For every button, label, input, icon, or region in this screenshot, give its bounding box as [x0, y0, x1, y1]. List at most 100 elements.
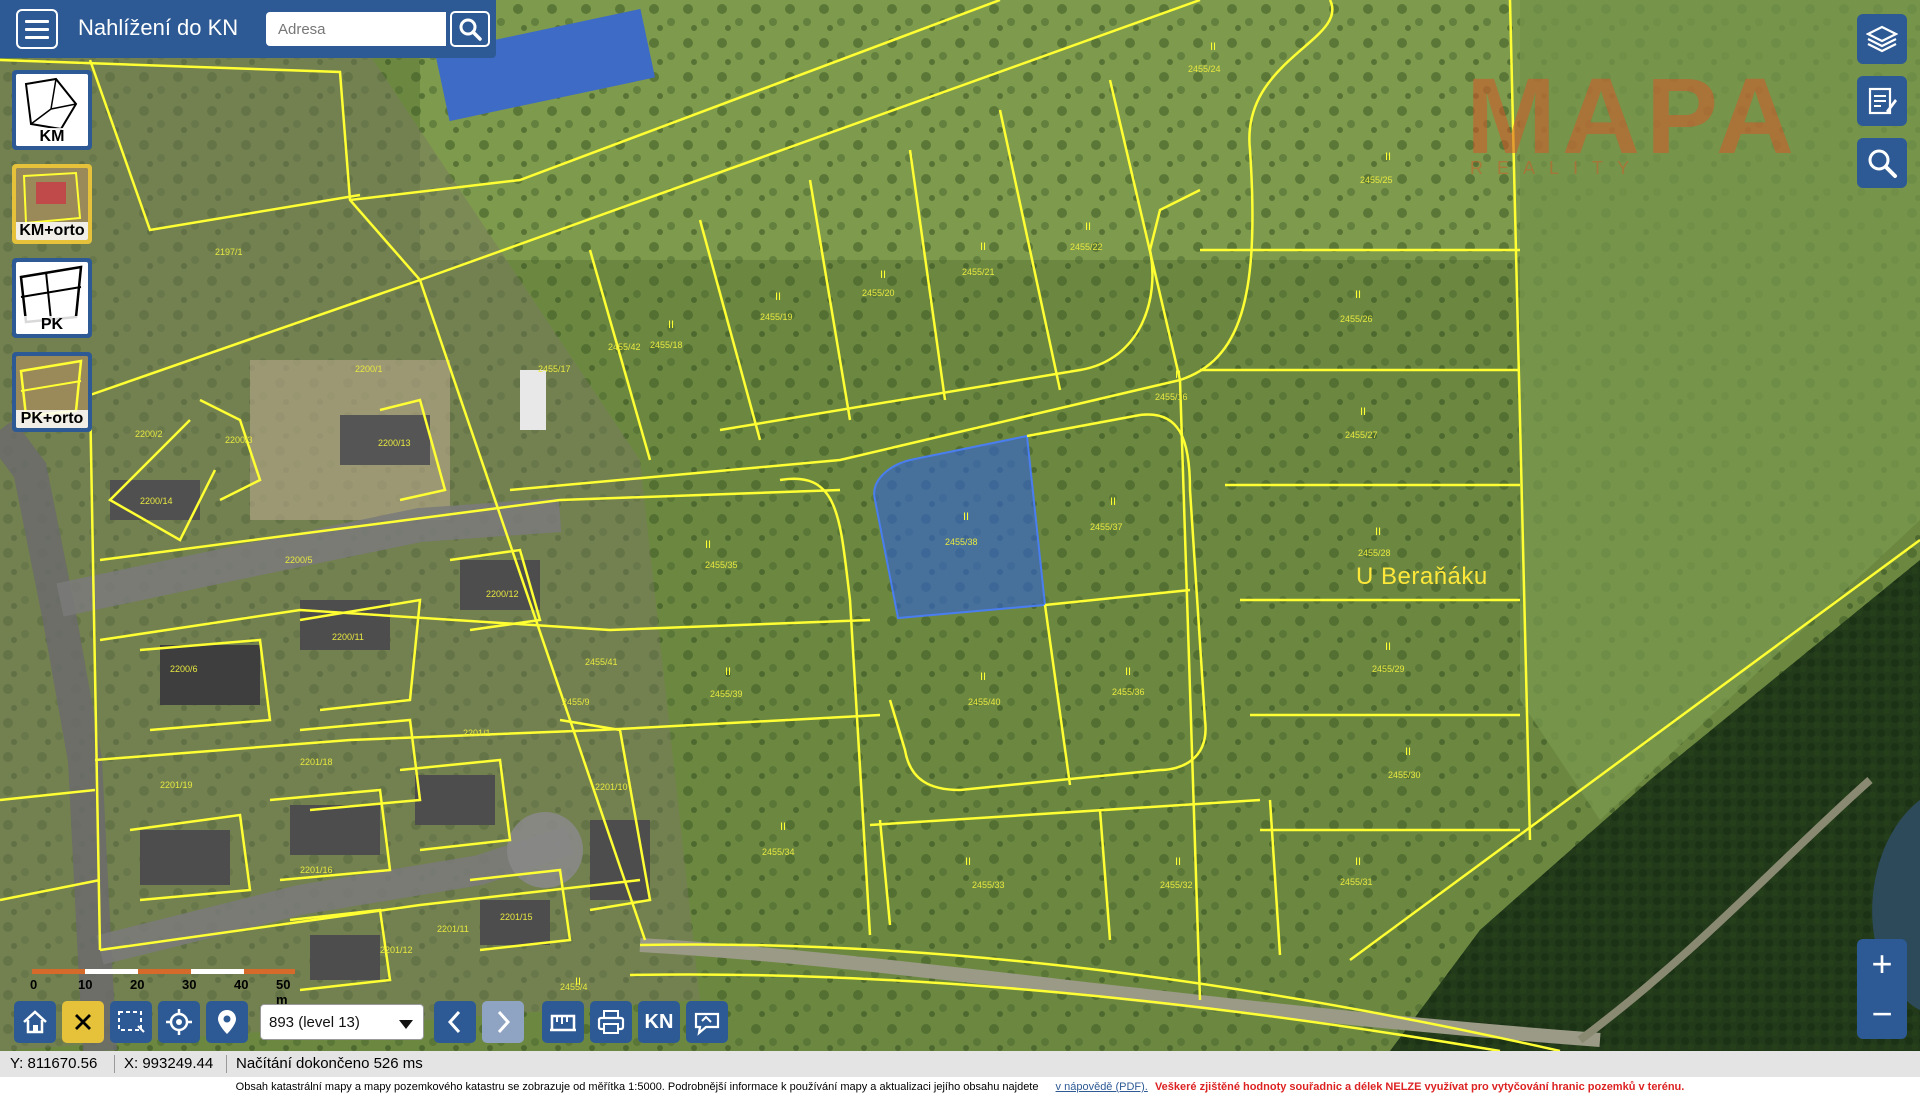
footer-warning: Veškeré zjištěné hodnoty souřadnic a dél… — [1154, 1081, 1685, 1093]
parcel-number-label: 2200/12 — [486, 589, 519, 599]
layers-button[interactable] — [1857, 14, 1907, 64]
scale-label: 30 — [182, 977, 197, 992]
coordinate-y: Y: 811670.56 — [10, 1055, 98, 1072]
menu-button[interactable] — [16, 9, 58, 49]
scale-bar: 0 10 20 30 40 50 m — [30, 969, 295, 1007]
layer-km-label: KM — [16, 128, 88, 146]
scale-segment — [138, 969, 191, 974]
house — [160, 645, 260, 705]
scale-segment — [191, 969, 244, 974]
crosshair-icon — [166, 1009, 192, 1035]
kn-info-button[interactable]: KN — [638, 1001, 680, 1043]
parcel-number-label: 2455/21 — [962, 267, 995, 277]
parcel-number-label: 2200/14 — [140, 496, 173, 506]
chevron-right-icon — [497, 1010, 511, 1034]
select-area-button[interactable] — [110, 1001, 152, 1043]
svg-text:II: II — [880, 269, 886, 281]
parcel-number-label: 2455/25 — [1360, 175, 1393, 185]
print-button[interactable] — [590, 1001, 632, 1043]
house — [310, 935, 380, 980]
parcel-number-label: 2200/2 — [135, 429, 163, 439]
scale-label: 20 — [130, 977, 145, 992]
footer-text: Obsah katastrální mapy a mapy pozemkovéh… — [235, 1081, 1039, 1093]
feedback-button[interactable] — [686, 1001, 728, 1043]
chevron-left-icon — [447, 1010, 461, 1034]
highlighted-parcel[interactable] — [873, 434, 1047, 620]
svg-text:II: II — [1385, 151, 1391, 163]
my-location-button[interactable] — [158, 1001, 200, 1043]
place-marker-button[interactable] — [206, 1001, 248, 1043]
svg-text:II: II — [980, 241, 986, 253]
home-button[interactable] — [14, 1001, 56, 1043]
parcel-number-label: 2455/37 — [1090, 522, 1123, 532]
svg-text:II: II — [1175, 369, 1181, 381]
parcel-number-label: 2201/19 — [160, 780, 193, 790]
clear-button[interactable] — [62, 1001, 104, 1043]
map-search-button[interactable] — [1857, 138, 1907, 188]
parcel-number-label: 2455/17 — [538, 364, 571, 374]
parcel-number-label: 2455/16 — [1155, 392, 1188, 402]
parcel-number-label: 2201/1 — [463, 728, 491, 738]
layer-km-orto-preview: KM+orto — [16, 168, 88, 240]
parcel-number-label: 2455/28 — [1358, 548, 1391, 558]
layer-km-orto-button[interactable]: KM+orto — [12, 164, 92, 244]
zoom-control: + − — [1857, 939, 1907, 1039]
parcel-number-label: 2455/32 — [1160, 880, 1193, 890]
ruler-icon — [550, 1014, 576, 1032]
parcel-number-label: 2201/11 — [437, 924, 469, 934]
layer-pk-preview: PK — [16, 262, 88, 334]
layer-km-preview: KM — [16, 74, 88, 146]
address-search-input[interactable] — [266, 12, 446, 46]
svg-text:II: II — [668, 319, 674, 331]
svg-text:II: II — [1110, 496, 1116, 508]
parcel-number-label: 2200/13 — [378, 438, 411, 448]
layer-km-button[interactable]: KM — [12, 70, 92, 150]
parcel-number-label: 2455/9 — [562, 697, 590, 707]
printer-icon — [597, 1010, 625, 1034]
next-view-button[interactable] — [482, 1001, 524, 1043]
legend-button[interactable] — [1857, 76, 1907, 126]
svg-text:II: II — [1405, 746, 1411, 758]
parcel-number-label: 2455/27 — [1345, 430, 1378, 440]
parcel-number-label: 2455/42 — [608, 342, 641, 352]
magnifier-icon — [1868, 149, 1897, 178]
measure-button[interactable] — [542, 1001, 584, 1043]
parcel-number-label: 2455/22 — [1070, 242, 1103, 252]
search-button[interactable] — [450, 11, 490, 47]
svg-text:II: II — [1385, 641, 1391, 653]
zoom-level-select[interactable]: 893 (level 13) — [260, 1004, 424, 1040]
parcel-number-label: 2455/19 — [760, 312, 793, 322]
layer-pk-orto-button[interactable]: PK+orto — [12, 352, 92, 432]
status-divider — [114, 1055, 115, 1073]
parcel-number-label: 2201/12 — [380, 945, 413, 955]
svg-text:II: II — [1355, 856, 1361, 868]
zoom-out-button[interactable]: − — [1857, 989, 1907, 1039]
parcel-number-label: 2200/6 — [170, 664, 198, 674]
parcel-number-label: 2201/18 — [300, 757, 333, 767]
parcel-number-label: 2455/4 — [560, 982, 588, 992]
notes-icon — [1868, 87, 1897, 115]
svg-text:II: II — [1085, 221, 1091, 233]
cadastral-map[interactable]: II II II II II II II II II II II II II I… — [0, 0, 1920, 1051]
svg-text:II: II — [1175, 856, 1181, 868]
parcel-number-label: 2455/38 — [945, 537, 978, 547]
parcel-number-label: 2455/29 — [1372, 664, 1405, 674]
close-icon — [75, 1014, 91, 1030]
svg-text:II: II — [1375, 526, 1381, 538]
parcel-number-label: 2200/5 — [285, 555, 313, 565]
parcel-number-label: 2455/39 — [710, 689, 743, 699]
coordinate-x: X: 993249.44 — [124, 1055, 214, 1072]
layer-pk-button[interactable]: PK — [12, 258, 92, 338]
parcel-number-label: 2455/35 — [705, 560, 738, 570]
parcel-number-label: 2455/26 — [1340, 314, 1373, 324]
parcel-number-label: 2200/11 — [332, 632, 364, 642]
parcel-number-label: 2455/18 — [650, 340, 683, 350]
layer-pk-orto-preview: PK+orto — [16, 356, 88, 428]
layers-icon — [1866, 25, 1898, 53]
zoom-in-button[interactable]: + — [1857, 939, 1907, 989]
house — [460, 560, 540, 610]
house — [590, 820, 650, 900]
help-pdf-link[interactable]: v nápovědě (PDF). — [1056, 1081, 1148, 1093]
previous-view-button[interactable] — [434, 1001, 476, 1043]
house — [140, 830, 230, 885]
